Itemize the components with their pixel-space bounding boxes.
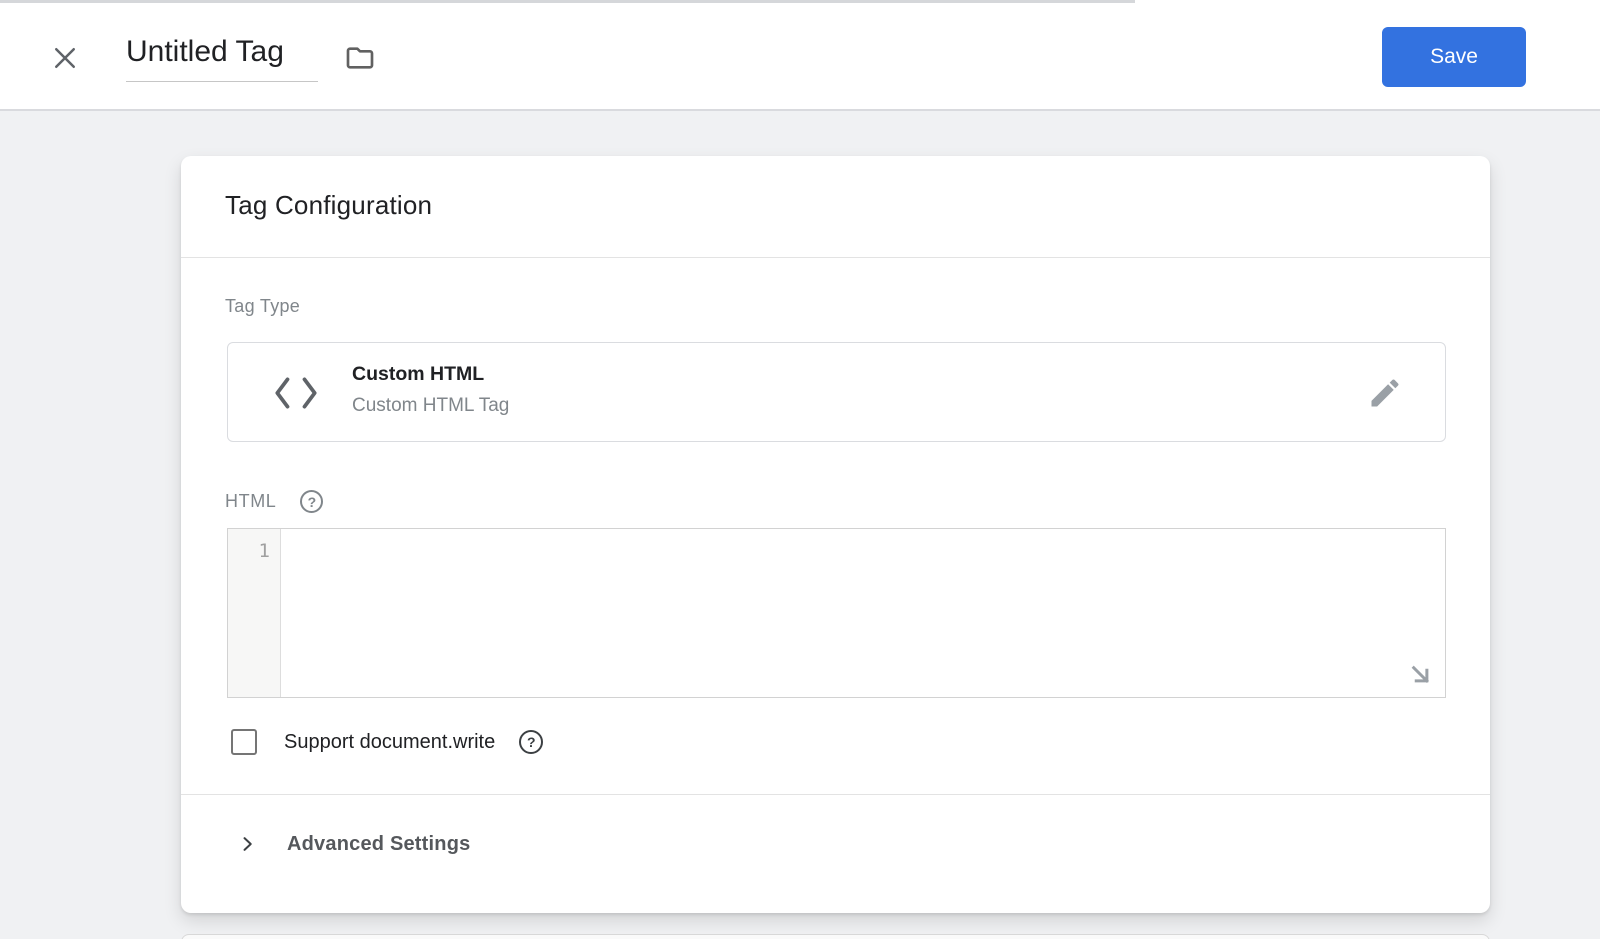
document-write-help-icon[interactable]: ? <box>519 730 543 754</box>
tag-type-name: Custom HTML <box>352 363 484 386</box>
html-label: HTML <box>225 491 276 512</box>
html-field-header: HTML ? <box>225 490 323 513</box>
close-icon <box>50 43 80 73</box>
editor-resize-handle[interactable] <box>1405 659 1435 689</box>
tag-editor-screen: Save Tag Configuration Tag Type Custom H… <box>0 0 1600 939</box>
save-button[interactable]: Save <box>1382 27 1526 87</box>
support-document-write-checkbox[interactable] <box>231 729 257 755</box>
next-panel-edge <box>181 934 1490 939</box>
tag-name-input[interactable] <box>126 33 318 82</box>
advanced-settings-toggle[interactable]: Advanced Settings <box>237 824 470 864</box>
editor-gutter: 1 <box>228 529 281 697</box>
move-to-folder-button[interactable] <box>342 40 378 76</box>
card-title: Tag Configuration <box>225 190 432 221</box>
close-button[interactable] <box>47 40 83 76</box>
html-code-editor: 1 <box>227 528 1446 698</box>
code-icon <box>272 376 320 410</box>
html-help-icon[interactable]: ? <box>300 490 323 513</box>
edit-tag-type-button[interactable] <box>1365 373 1405 413</box>
top-edge-strip <box>0 0 1135 3</box>
chevron-right-icon <box>237 834 257 854</box>
support-document-write-row: Support document.write ? <box>231 729 543 755</box>
tag-type-description: Custom HTML Tag <box>352 395 509 417</box>
tag-configuration-card: Tag Configuration Tag Type Custom HTML C… <box>181 156 1490 913</box>
divider <box>181 794 1490 795</box>
line-number: 1 <box>259 540 270 562</box>
divider <box>181 257 1490 258</box>
resize-arrow-icon <box>1405 659 1435 689</box>
header-bar: Save <box>0 0 1600 111</box>
folder-icon <box>344 42 376 74</box>
tag-type-label: Tag Type <box>225 296 300 317</box>
tag-type-selector[interactable]: Custom HTML Custom HTML Tag <box>227 342 1446 442</box>
code-input-area[interactable] <box>281 529 1445 697</box>
advanced-settings-label: Advanced Settings <box>287 833 470 856</box>
pencil-icon <box>1367 375 1403 411</box>
support-document-write-label: Support document.write <box>284 731 495 754</box>
